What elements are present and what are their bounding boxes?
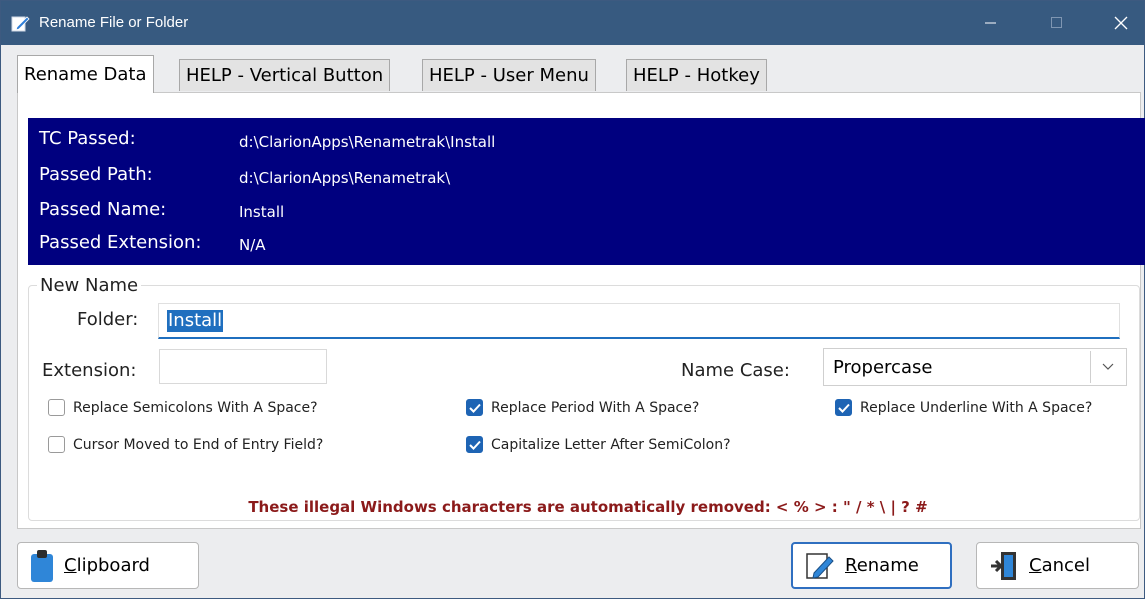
checkbox-unchecked-icon (48, 399, 65, 416)
tab-help-hotkey[interactable]: HELP - Hotkey (626, 59, 767, 91)
passed-path-label: Passed Path: (39, 164, 153, 185)
replace-underline-label: Replace Underline With A Space? (860, 399, 1093, 416)
extension-label: Extension: (42, 360, 137, 381)
clipboard-button[interactable]: Clipboard (17, 542, 199, 589)
replace-period-label: Replace Period With A Space? (491, 399, 700, 416)
checkmark-icon (835, 399, 852, 416)
tab-help-user-menu[interactable]: HELP - User Menu (422, 59, 596, 91)
close-button[interactable] (1098, 1, 1144, 45)
rename-edit-icon (805, 551, 835, 581)
cancel-button[interactable]: Cancel (976, 542, 1139, 589)
checkbox-unchecked-icon (48, 436, 65, 453)
tc-passed-label: TC Passed: (39, 128, 136, 149)
rename-button[interactable]: Rename (791, 542, 952, 589)
tab-rename-data[interactable]: Rename Data (17, 55, 154, 93)
passed-name-value: Install (239, 203, 285, 221)
capitalize-after-semicolon-label: Capitalize Letter After SemiColon? (491, 436, 731, 453)
passed-extension-label: Passed Extension: (39, 232, 202, 253)
folder-input-value: Install (167, 310, 224, 332)
maximize-button[interactable] (1034, 1, 1080, 45)
cancel-button-label: Cancel (1029, 555, 1090, 576)
tc-passed-value: d:\ClarionApps\Renametrak\Install (239, 133, 496, 151)
replace-semicolons-checkbox[interactable]: Replace Semicolons With A Space? (48, 399, 318, 416)
app-edit-icon (11, 14, 31, 32)
passed-extension-value: N/A (239, 236, 266, 254)
name-case-value: Propercase (833, 357, 933, 378)
new-name-group-label: New Name (37, 275, 142, 296)
replace-period-checkbox[interactable]: Replace Period With A Space? (466, 399, 699, 416)
title-bar: Rename File or Folder (1, 1, 1144, 45)
checkmark-icon (466, 436, 483, 453)
minimize-button[interactable] (968, 1, 1014, 45)
rename-dialog: Rename File or Folder Rename Data HELP -… (0, 0, 1145, 599)
folder-input[interactable]: Install (158, 303, 1120, 339)
exit-door-icon (989, 550, 1019, 582)
extension-input[interactable] (159, 349, 327, 384)
capitalize-after-semicolon-checkbox[interactable]: Capitalize Letter After SemiColon? (466, 436, 731, 453)
illegal-characters-notice: These illegal Windows characters are aut… (248, 498, 928, 516)
checkmark-icon (466, 399, 483, 416)
cursor-to-end-checkbox[interactable]: Cursor Moved to End of Entry Field? (48, 436, 323, 453)
name-case-select[interactable]: Propercase (823, 348, 1127, 386)
passed-info-panel: TC Passed: d:\ClarionApps\Renametrak\Ins… (28, 118, 1145, 265)
cursor-to-end-label: Cursor Moved to End of Entry Field? (73, 436, 324, 453)
replace-underline-checkbox[interactable]: Replace Underline With A Space? (835, 399, 1092, 416)
chevron-down-icon[interactable] (1090, 351, 1124, 383)
window-title: Rename File or Folder (39, 14, 189, 31)
rename-button-label: Rename (845, 555, 919, 576)
passed-path-value: d:\ClarionApps\Renametrak\ (239, 169, 451, 187)
name-case-label: Name Case: (681, 360, 790, 381)
clipboard-button-label: Clipboard (64, 555, 150, 576)
replace-semicolons-label: Replace Semicolons With A Space? (73, 399, 318, 416)
folder-label: Folder: (77, 309, 139, 330)
passed-name-label: Passed Name: (39, 199, 167, 220)
tab-help-vertical-button[interactable]: HELP - Vertical Button (179, 59, 391, 91)
clipboard-icon (30, 549, 54, 583)
